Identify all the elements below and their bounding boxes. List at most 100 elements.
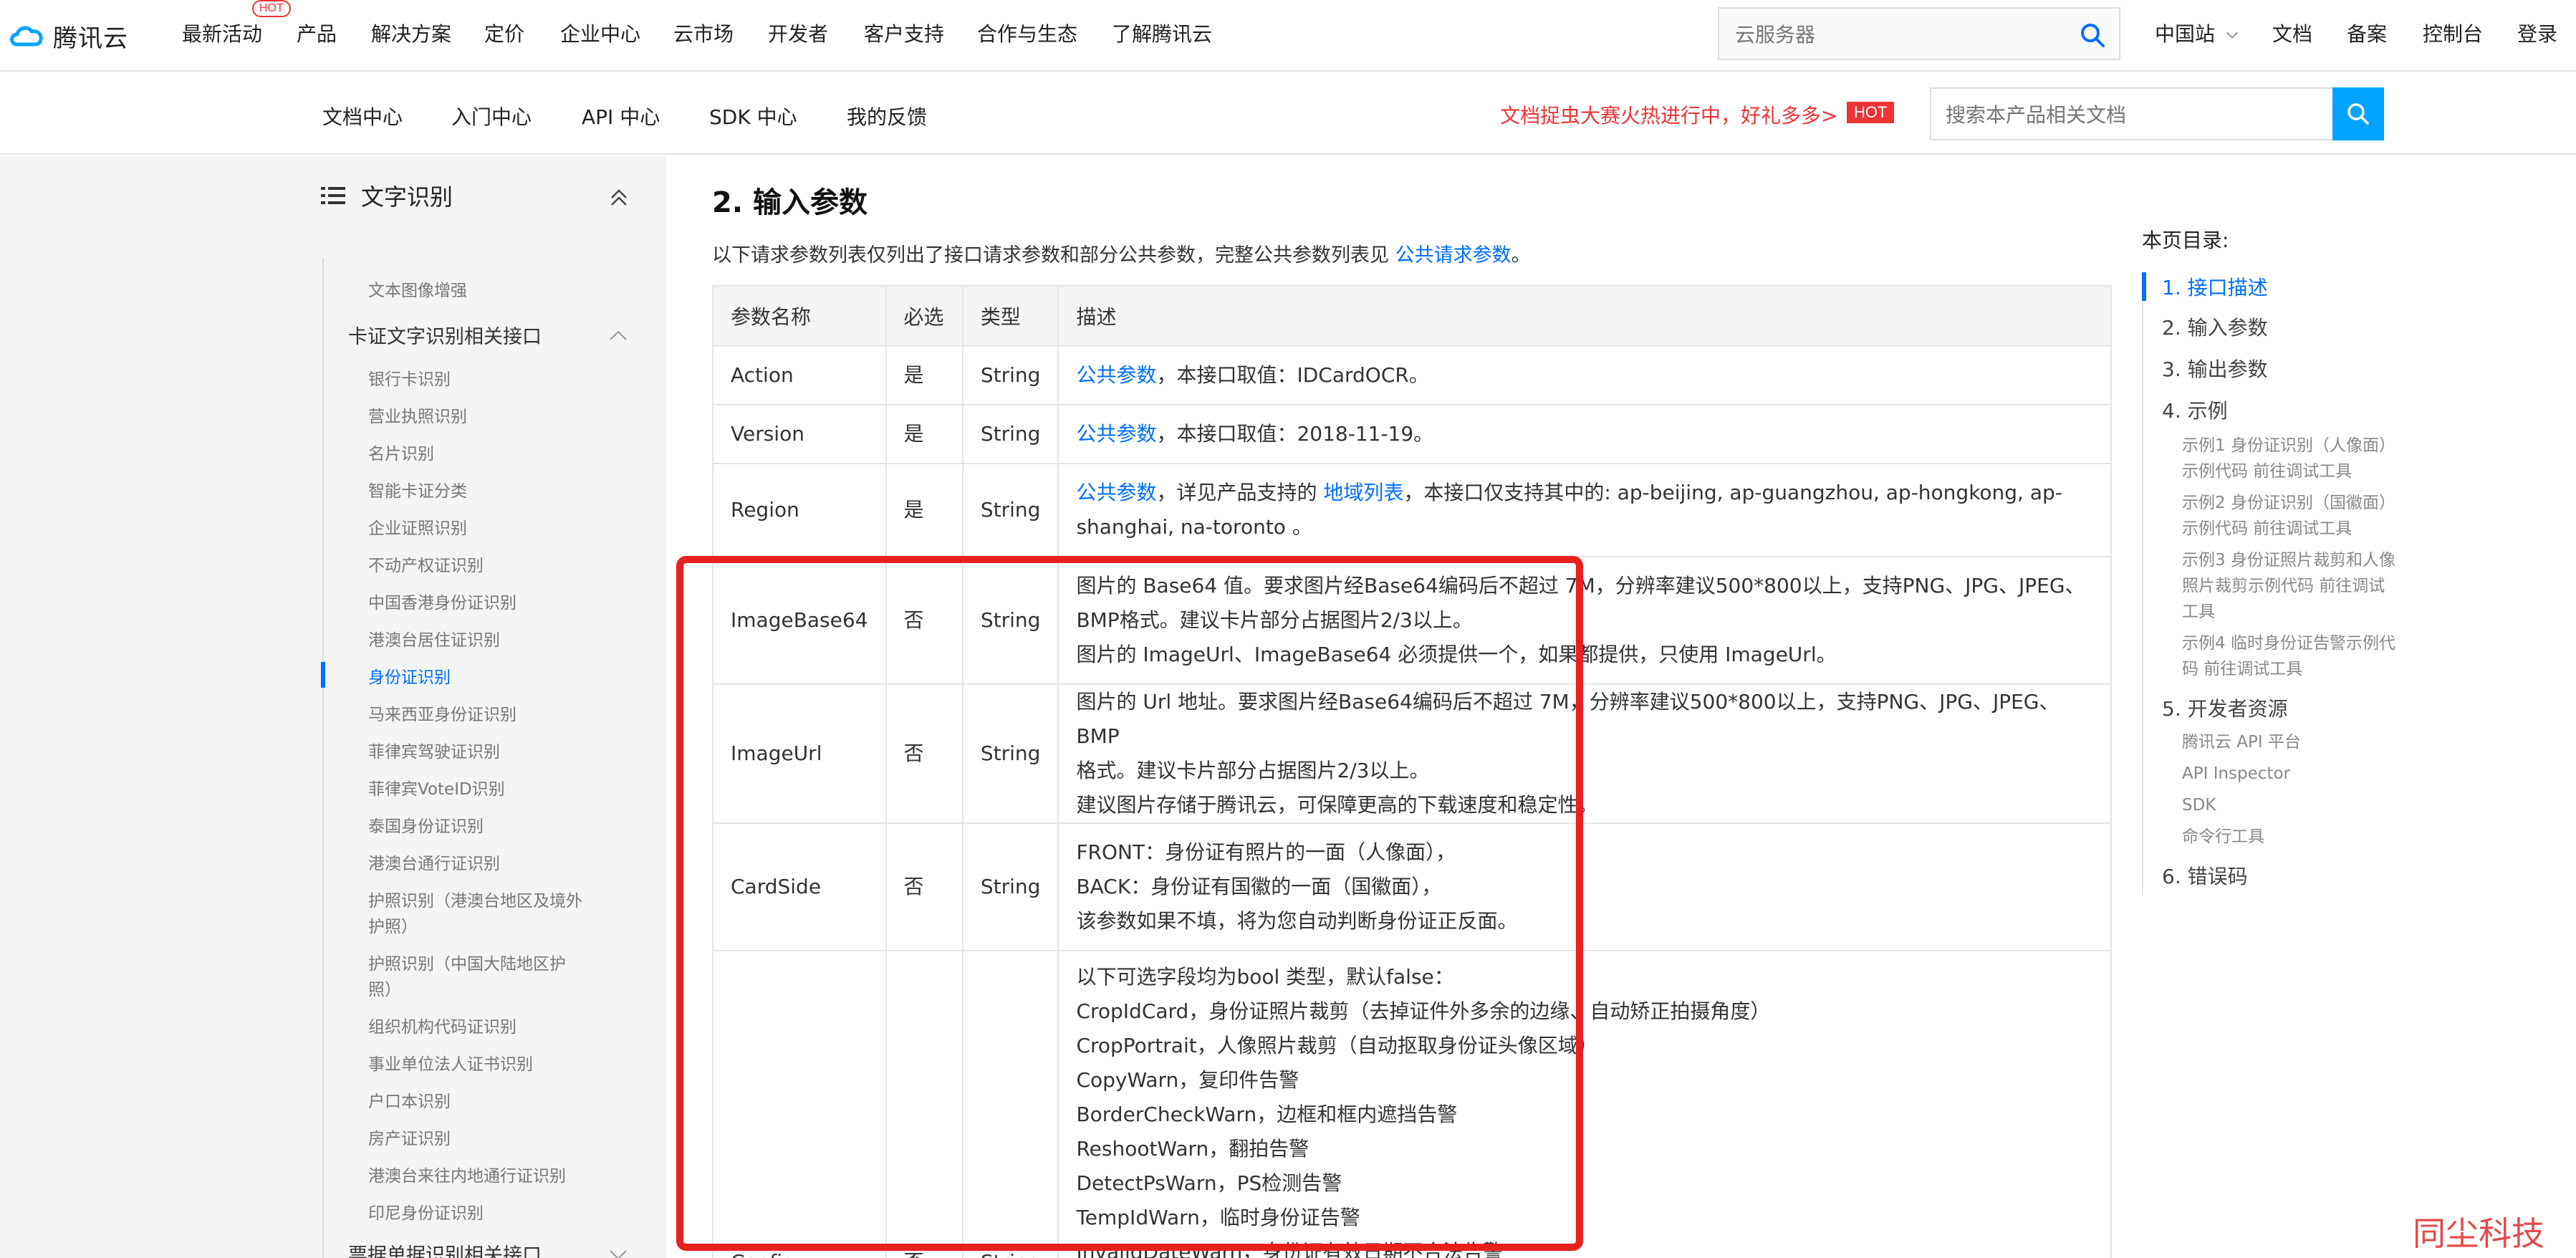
doc-subnav: 文档中心 入门中心 API 中心 SDK 中心 我的反馈 文档捉虫大赛火热进行中…: [0, 72, 2576, 155]
sidebar-item[interactable]: 银行卡识别: [368, 365, 451, 390]
sidebar-item[interactable]: 菲律宾驾驶证识别: [368, 738, 500, 762]
desc-line: CopyWarn，复印件告警: [1076, 1068, 1299, 1092]
sidebar-item[interactable]: 组织机构代码证识别: [368, 1013, 516, 1037]
nav-item-pricing[interactable]: 定价: [484, 19, 524, 47]
public-param-link[interactable]: 公共参数: [1076, 481, 1156, 504]
param-type: String: [961, 463, 1059, 557]
promo-link[interactable]: 文档捉虫大赛火热进行中，好礼多多>: [1500, 100, 1837, 129]
sidebar-group-card-ocr[interactable]: 卡证文字识别相关接口: [348, 321, 542, 349]
sidebar-item[interactable]: 营业执照识别: [368, 403, 467, 427]
toc-item-sdk[interactable]: SDK: [2182, 792, 2397, 818]
sidebar-item[interactable]: 港澳台来往内地通行证识别: [368, 1162, 566, 1186]
tencent-cloud-logo[interactable]: 腾讯云: [7, 16, 128, 56]
sidebar-item[interactable]: 中国香港身份证识别: [368, 589, 516, 613]
toc-item-examples[interactable]: 4. 示例: [2162, 395, 2228, 424]
param-required: 否: [885, 822, 963, 951]
subnav-sdk-center[interactable]: SDK 中心: [709, 102, 797, 130]
param-name: Config: [712, 950, 887, 1258]
desc-line: 建议图片存储于腾讯云，可保障更高的下载速度和稳定性。: [1076, 793, 1598, 817]
desc-line: CropPortrait，人像照片裁剪（自动抠取身份证头像区域）: [1076, 1034, 1598, 1057]
param-desc: 公共参数，详见产品支持的 地域列表，本接口仅支持其中的: ap-beijing,…: [1057, 463, 2112, 557]
sidebar-item-line2[interactable]: 护照）: [368, 913, 418, 937]
doc-search-button[interactable]: [2332, 87, 2384, 140]
sidebar: [0, 156, 666, 1258]
sidebar-item-line2[interactable]: 照）: [368, 976, 401, 1000]
toc-item-example-1[interactable]: 示例1 身份证识别（人像面）示例代码 前往调试工具: [2182, 433, 2397, 484]
sidebar-rail: [322, 258, 324, 1258]
subnav-api-center[interactable]: API 中心: [582, 102, 660, 130]
toc-item-cli[interactable]: 命令行工具: [2182, 824, 2397, 850]
sidebar-item[interactable]: 护照识别（中国大陆地区护: [368, 950, 566, 974]
table-row: Action 是 String 公共参数，本接口取值：IDCardOCR。: [712, 345, 2112, 405]
nav-item-partners[interactable]: 合作与生态: [977, 19, 1077, 47]
promo-hot-badge: HOT: [1847, 102, 1895, 123]
desc-text: ，本接口取值：2018-11-19。: [1156, 422, 1434, 446]
sidebar-item[interactable]: 护照识别（港澳台地区及境外: [368, 887, 582, 911]
sidebar-item[interactable]: 企业证照识别: [368, 514, 467, 539]
chevron-down-icon[interactable]: [609, 1249, 628, 1258]
sidebar-item[interactable]: 港澳台居住证识别: [368, 626, 500, 650]
subnav-feedback[interactable]: 我的反馈: [847, 102, 927, 130]
toc-item-output-params[interactable]: 3. 输出参数: [2162, 354, 2268, 383]
nav-login[interactable]: 登录: [2517, 19, 2557, 47]
toc-item-example-3[interactable]: 示例3 身份证照片裁剪和人像照片裁剪示例代码 前往调试工具: [2182, 547, 2397, 625]
desc-line: 图片的 Base64 值。要求图片经Base64编码后不超过 7M，分辨率建议5…: [1076, 574, 2085, 597]
nav-item-latest[interactable]: 最新活动: [182, 19, 262, 47]
region-selector[interactable]: 中国站: [2155, 19, 2239, 47]
sidebar-item[interactable]: 房产证识别: [368, 1125, 451, 1149]
param-desc: 图片的 Url 地址。要求图片经Base64编码后不超过 7M，分辨率建议500…: [1057, 683, 2112, 824]
sidebar-item-id-card-ocr[interactable]: 身份证识别: [368, 663, 451, 688]
global-search: [1718, 7, 2120, 60]
brand-name: 腾讯云: [53, 24, 128, 53]
toc-item-example-4[interactable]: 示例4 临时身份证告警示例代码 前往调试工具: [2182, 630, 2397, 682]
nav-item-support[interactable]: 客户支持: [864, 19, 944, 47]
public-param-link[interactable]: 公共参数: [1076, 363, 1156, 387]
sidebar-item[interactable]: 泰国身份证识别: [368, 812, 484, 837]
sidebar-item[interactable]: 不动产权证识别: [368, 552, 484, 576]
global-search-input[interactable]: [1735, 21, 2072, 47]
sidebar-item[interactable]: 文本图像增强: [368, 277, 467, 301]
nav-item-developer[interactable]: 开发者: [768, 19, 828, 47]
subnav-doc-center[interactable]: 文档中心: [322, 102, 403, 130]
sidebar-item[interactable]: 智能卡证分类: [368, 477, 467, 501]
nav-item-about[interactable]: 了解腾讯云: [1112, 19, 1212, 47]
nav-filing[interactable]: 备案: [2347, 19, 2387, 47]
toc-item-input-params[interactable]: 2. 输入参数: [2162, 312, 2268, 341]
nav-item-solutions[interactable]: 解决方案: [371, 19, 451, 47]
public-params-link[interactable]: 公共请求参数: [1395, 244, 1512, 267]
toc-item-api-desc[interactable]: 1. 接口描述: [2162, 272, 2268, 301]
sidebar-header: 文字识别: [321, 179, 453, 212]
sidebar-item[interactable]: 事业单位法人证书识别: [368, 1050, 533, 1075]
nav-console[interactable]: 控制台: [2423, 19, 2483, 47]
sidebar-item[interactable]: 户口本识别: [368, 1087, 451, 1112]
sidebar-item[interactable]: 马来西亚身份证识别: [368, 701, 516, 725]
nav-item-products[interactable]: 产品: [297, 19, 337, 47]
subnav-getting-started[interactable]: 入门中心: [451, 102, 532, 130]
doc-search-input[interactable]: [1946, 102, 2318, 128]
sidebar-item[interactable]: 菲律宾VoteID识别: [368, 775, 505, 800]
public-param-link[interactable]: 公共参数: [1076, 422, 1156, 446]
nav-docs[interactable]: 文档: [2272, 19, 2312, 47]
chevron-up-icon[interactable]: [609, 330, 628, 341]
sidebar-item[interactable]: 港澳台通行证识别: [368, 850, 500, 874]
sidebar-item[interactable]: 名片识别: [368, 440, 434, 464]
table-row: Region 是 String 公共参数，详见产品支持的 地域列表，本接口仅支持…: [712, 463, 2112, 557]
menu-icon[interactable]: [321, 186, 345, 206]
search-icon: [2347, 103, 2369, 125]
toc-item-dev-resources[interactable]: 5. 开发者资源: [2162, 693, 2288, 722]
sidebar-group-invoice-ocr[interactable]: 票据单据识别相关接口: [348, 1239, 542, 1258]
desc-line: 该参数如果不填，将为您自动判断身份证正反面。: [1076, 909, 1518, 933]
table-header-row: 参数名称 必选 类型 描述: [712, 285, 2112, 347]
toc-item-api-platform[interactable]: 腾讯云 API 平台: [2182, 729, 2397, 755]
toc-item-example-2[interactable]: 示例2 身份证识别（国徽面）示例代码 前往调试工具: [2182, 490, 2397, 542]
table-row: CardSide 否 String FRONT：身份证有照片的一面（人像面）， …: [712, 822, 2112, 951]
sidebar-item[interactable]: 印尼身份证识别: [368, 1199, 484, 1224]
toc-item-api-inspector[interactable]: API Inspector: [2182, 761, 2397, 787]
search-icon[interactable]: [2079, 21, 2106, 49]
collapse-up-icon[interactable]: [609, 188, 629, 208]
nav-item-enterprise[interactable]: 企业中心: [560, 19, 640, 47]
param-type: String: [961, 404, 1059, 464]
nav-item-marketplace[interactable]: 云市场: [673, 19, 734, 47]
toc-item-error-codes[interactable]: 6. 错误码: [2162, 861, 2248, 890]
region-list-link[interactable]: 地域列表: [1323, 481, 1403, 504]
